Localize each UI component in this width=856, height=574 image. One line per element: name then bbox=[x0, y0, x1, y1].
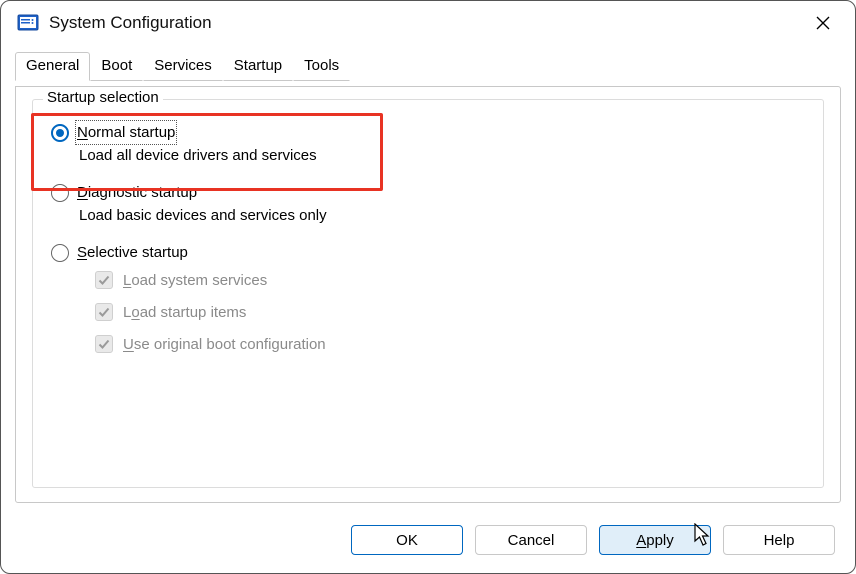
ok-button[interactable]: OK bbox=[351, 525, 463, 555]
tab-boot[interactable]: Boot bbox=[90, 52, 143, 81]
radio-normal-desc: Load all device drivers and services bbox=[79, 147, 805, 164]
tab-tools[interactable]: Tools bbox=[293, 52, 350, 81]
tab-startup[interactable]: Startup bbox=[223, 52, 293, 81]
help-button[interactable]: Help bbox=[723, 525, 835, 555]
startup-options: Normal startup Load all device drivers a… bbox=[33, 100, 823, 377]
close-icon bbox=[816, 16, 830, 30]
radio-diagnostic-label[interactable]: Diagnostic startup bbox=[77, 182, 197, 203]
close-button[interactable] bbox=[801, 3, 845, 43]
radio-diagnostic-desc: Load basic devices and services only bbox=[79, 207, 805, 224]
radio-selective-startup[interactable] bbox=[51, 244, 69, 262]
checkmark-icon bbox=[98, 306, 110, 318]
system-configuration-window: System Configuration General Boot Servic… bbox=[0, 0, 856, 574]
radio-normal-label[interactable]: Normal startup bbox=[77, 122, 175, 143]
check-load-startup-items bbox=[95, 303, 113, 321]
tab-strip: General Boot Services Startup Tools bbox=[1, 45, 855, 81]
radio-normal-startup[interactable] bbox=[51, 124, 69, 142]
check-use-original-label: Use original boot configuration bbox=[123, 336, 326, 353]
checkmark-icon bbox=[98, 338, 110, 350]
check-load-system-services bbox=[95, 271, 113, 289]
radio-diagnostic-startup[interactable] bbox=[51, 184, 69, 202]
group-label: Startup selection bbox=[43, 89, 163, 106]
tab-services[interactable]: Services bbox=[143, 52, 223, 81]
check-use-original-boot bbox=[95, 335, 113, 353]
check-load-startup-label: Load startup items bbox=[123, 304, 246, 321]
titlebar: System Configuration bbox=[1, 1, 855, 45]
startup-selection-group: Startup selection Normal startup Load al… bbox=[32, 99, 824, 488]
checkmark-icon bbox=[98, 274, 110, 286]
dialog-buttons: OK Cancel Apply Help bbox=[351, 525, 835, 555]
tab-panel-general: Startup selection Normal startup Load al… bbox=[15, 86, 841, 503]
cancel-button[interactable]: Cancel bbox=[475, 525, 587, 555]
selective-options: Load system services Load startup items … bbox=[95, 271, 805, 353]
window-title: System Configuration bbox=[49, 13, 801, 33]
radio-selective-label[interactable]: Selective startup bbox=[77, 242, 188, 263]
tab-general[interactable]: General bbox=[15, 52, 90, 81]
msconfig-icon bbox=[17, 12, 39, 34]
apply-button[interactable]: Apply bbox=[599, 525, 711, 555]
check-load-system-label: Load system services bbox=[123, 272, 267, 289]
